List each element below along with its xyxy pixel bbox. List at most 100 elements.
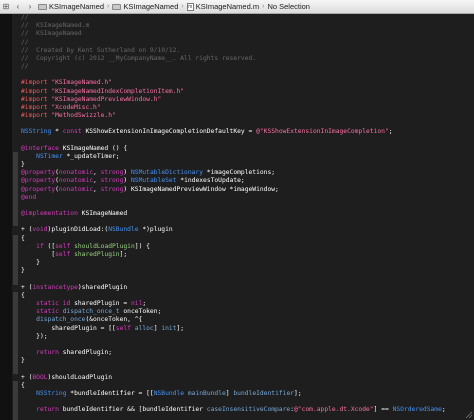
code-line: NSTimer *_updateTimer; xyxy=(21,153,474,161)
code-token: nil xyxy=(130,300,143,308)
code-token: sharedPlugin = [[ xyxy=(21,324,116,332)
code-line: + (instancetype)sharedPlugin xyxy=(21,284,474,292)
code-token: )shouldLoadPlugin xyxy=(47,373,112,381)
code-line: // KSImageNamed.m xyxy=(21,22,474,30)
code-token: self xyxy=(115,324,131,332)
code-line: } xyxy=(21,259,474,267)
code-token: void xyxy=(32,226,48,234)
code-token: "MethodSwizzle.h" xyxy=(51,112,116,120)
code-token: alloc xyxy=(134,324,154,332)
folder-icon xyxy=(38,3,47,10)
code-line: + (BOOL)shouldLoadPlugin xyxy=(21,374,474,382)
code-token: // Copyright (c) 2012 __MyCompanyName__.… xyxy=(21,54,257,62)
code-token: self xyxy=(55,242,71,250)
code-line: @interface KSImageNamed () { xyxy=(21,145,474,153)
code-line: @property(nonatomic, strong) NSMutableDi… xyxy=(21,169,474,177)
code-token: )sharedPlugin xyxy=(77,283,128,291)
code-token: "KSImageNamedIndexCompletionItem.h" xyxy=(51,87,185,95)
code-token: { xyxy=(21,291,25,299)
code-token: @property xyxy=(21,185,56,193)
code-fold-ribbon[interactable] xyxy=(13,235,18,285)
back-arrow-icon[interactable]: ‹ xyxy=(12,0,24,13)
jumpbar-group[interactable]: KSImageNamed xyxy=(112,2,178,11)
breadcrumb: KSImageNamed › KSImageNamed › m KSImageNamed.… xyxy=(38,2,310,11)
code-token: ; xyxy=(441,406,446,414)
resize-grip-icon[interactable] xyxy=(465,411,473,419)
code-token: @property xyxy=(21,177,56,185)
code-token: #import xyxy=(21,95,52,103)
code-token: ]) { xyxy=(134,242,150,250)
code-line: #import "XcodeMisc.h" xyxy=(21,104,474,112)
code-fold-ribbon[interactable] xyxy=(13,152,18,226)
breadcrumb-label: KSImageNamed xyxy=(49,2,105,11)
jumpbar-project[interactable]: KSImageNamed xyxy=(38,2,104,11)
jumpbar-file[interactable]: m KSImageNamed.m xyxy=(186,2,260,11)
forward-arrow-icon[interactable]: › xyxy=(24,0,36,13)
code-fold-ribbon[interactable] xyxy=(13,292,18,374)
code-token: [ xyxy=(21,250,56,258)
code-line: #import "MethodSwizzle.h" xyxy=(21,112,474,120)
code-token: onceToken; xyxy=(119,308,162,316)
code-line: { xyxy=(21,382,474,390)
code-line: static id sharedPlugin = nil; xyxy=(21,300,474,308)
related-items-icon[interactable]: ⊞ xyxy=(0,0,12,13)
code-token: * xyxy=(51,128,63,136)
code-line: + (void)pluginDidLoad:(NSBundle *)plugin xyxy=(21,226,474,234)
code-token: #import xyxy=(21,87,52,95)
code-token: shouldLoadPlugin xyxy=(74,242,135,250)
code-token: // xyxy=(21,63,29,71)
code-token: nonatomic xyxy=(58,169,94,177)
code-token: // KSImageNamed xyxy=(21,30,82,38)
code-line: #import "KSImageNamed.h" xyxy=(21,79,474,87)
code-token: @interface xyxy=(21,144,59,152)
code-token: const xyxy=(62,128,82,136)
folder-icon xyxy=(112,3,122,10)
code-token: ) xyxy=(123,177,131,185)
code-line: } xyxy=(21,267,474,275)
code-token: strong xyxy=(100,177,124,185)
code-fold-ribbon[interactable] xyxy=(13,381,18,420)
breadcrumb-label: KSImageNamed.m xyxy=(195,2,260,11)
code-token: + ( xyxy=(21,373,33,381)
code-token: init xyxy=(161,324,177,332)
code-line: @end xyxy=(21,194,474,202)
code-token: mainBundle xyxy=(187,389,226,397)
code-token: { xyxy=(21,234,25,242)
code-token: ) xyxy=(123,169,131,177)
code-token: NSTimer xyxy=(36,152,63,160)
code-token: { xyxy=(21,381,25,389)
jumpbar-selection[interactable]: No Selection xyxy=(267,2,310,11)
code-line: // xyxy=(21,14,474,22)
code-token: #import xyxy=(21,112,52,120)
code-line: NSString *bundleIdentifier = [[NSBundle … xyxy=(21,390,474,398)
code-token: dispatch_once_t xyxy=(62,308,120,316)
code-token: #import xyxy=(21,79,52,87)
code-line: #import "KSImageNamedIndexCompletionItem… xyxy=(21,88,474,96)
code-token: "KSImageNamedPreviewWindow.h" xyxy=(51,95,162,103)
code-line: @implementation KSImageNamed xyxy=(21,210,474,218)
code-token: // Created by Kent Sutherland on 9/10/12… xyxy=(21,46,181,54)
code-token: strong xyxy=(100,169,124,177)
code-token: )pluginDidLoad:( xyxy=(47,226,109,234)
code-token: ) KSImageNamedPreviewWindow *imageWindow… xyxy=(123,185,279,193)
code-token: @"com.apple.dt.Xcode" xyxy=(293,406,374,414)
breadcrumb-label: No Selection xyxy=(267,2,310,11)
code-token: static xyxy=(36,308,59,316)
code-token: self xyxy=(55,250,71,258)
source-editor[interactable]: //// KSImageNamed.m// KSImageNamed//// C… xyxy=(0,14,474,420)
code-line: // Copyright (c) 2012 __MyCompanyName__.… xyxy=(21,55,474,63)
code-text[interactable]: //// KSImageNamed.m// KSImageNamed//// C… xyxy=(21,14,474,414)
code-token: } xyxy=(21,259,40,267)
code-token: @end xyxy=(21,193,37,201)
code-token: *_updateTimer; xyxy=(62,152,120,160)
code-token: } xyxy=(21,357,25,365)
